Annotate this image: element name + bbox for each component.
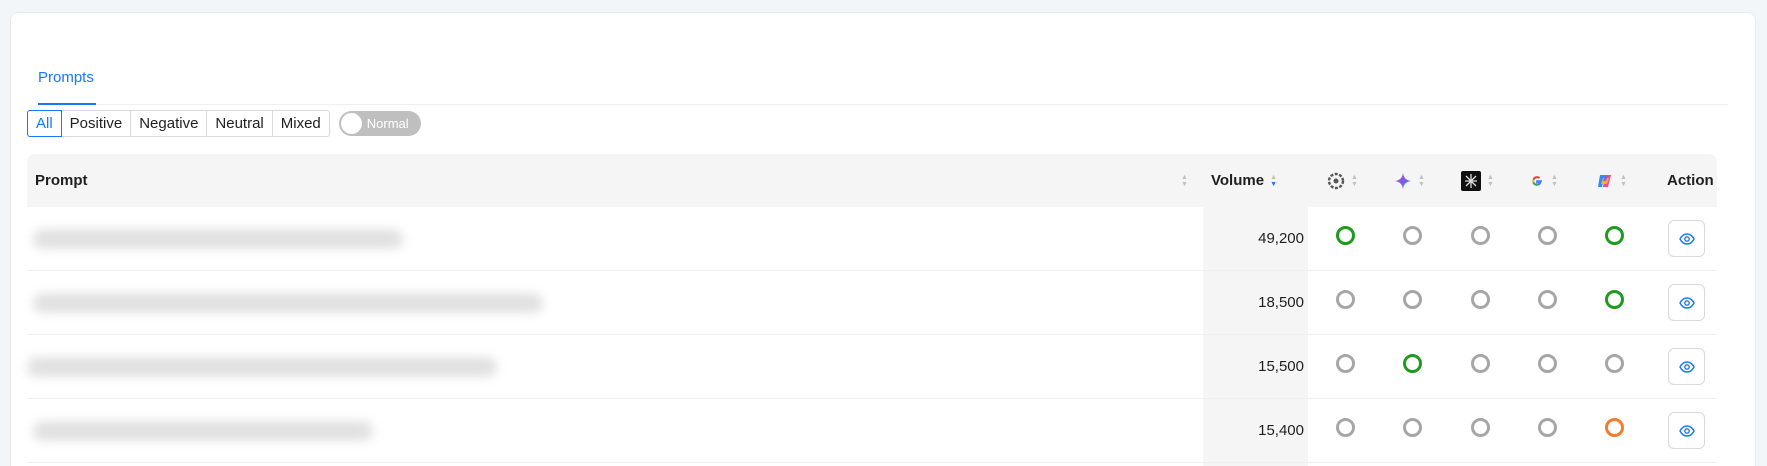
google-status-ring [1538,226,1557,245]
prompt-text-redacted [33,421,373,441]
tab-bar: Prompts [38,63,1728,105]
filter-positive[interactable]: Positive [60,110,132,137]
gemini-column-header[interactable]: ▲ ▼ [1394,154,1425,207]
action-column-label: Action [1667,172,1714,189]
eye-icon [1678,296,1695,309]
prompt-text-redacted [27,357,497,377]
prompt-sort-control[interactable]: ▲ ▼ [1175,154,1188,207]
view-button[interactable] [1668,412,1705,449]
prompt-column-header[interactable]: Prompt [35,154,88,207]
perplexity-status-ring [1471,226,1490,245]
chatgpt-icon [1327,172,1345,190]
table-row[interactable]: 18,500 [27,271,1717,335]
sort-icon: ▲ ▼ [1487,173,1494,188]
sort-icon: ▲ ▼ [1418,173,1425,188]
tab-prompts[interactable]: Prompts [38,69,94,86]
table-header: Prompt ▲ ▼ Volume ▲ ▼ ▲ ▼ ▲ ▼ ▲ ▼ ▲ ▼ ▲ … [27,154,1717,207]
gemini-status-ring [1403,290,1422,309]
normal-toggle[interactable]: Normal [338,111,421,136]
gemini-status-ring [1403,226,1422,245]
gemini-status-ring [1403,354,1422,373]
google-status-ring [1538,354,1557,373]
prompt-text-redacted [33,293,543,313]
table-row[interactable]: 15,400 [27,399,1717,463]
chatgpt-column-header[interactable]: ▲ ▼ [1327,154,1358,207]
table-row[interactable]: 15,500 [27,335,1717,399]
volume-value: 49,200 [1258,230,1304,247]
google-column-header[interactable]: ▲ ▼ [1529,154,1558,207]
sort-icon: ▲ ▼ [1551,173,1558,188]
filter-mixed[interactable]: Mixed [271,110,330,137]
eye-icon [1678,232,1695,245]
chatgpt-status-ring [1336,226,1355,245]
copilot-status-ring [1605,418,1624,437]
view-button[interactable] [1668,348,1705,385]
volume-column-header[interactable]: Volume ▲ ▼ [1211,154,1278,207]
copilot-status-ring [1605,226,1624,245]
prompt-text-redacted [33,229,403,249]
active-tab-indicator [38,103,96,105]
perplexity-status-ring [1471,418,1490,437]
gemini-icon [1394,172,1412,190]
sort-icon: ▲ ▼ [1181,173,1188,188]
chatgpt-status-ring [1336,418,1355,437]
view-button[interactable] [1668,284,1705,321]
copilot-icon [1596,172,1614,190]
eye-icon [1678,424,1695,437]
action-column-header: Action [1667,154,1714,207]
perplexity-icon [1461,170,1481,191]
toggle-knob [340,113,362,134]
filter-negative[interactable]: Negative [130,110,208,137]
copilot-column-header[interactable]: ▲ ▼ [1596,154,1627,207]
google-status-ring [1538,290,1557,309]
perplexity-status-ring [1471,290,1490,309]
prompt-column-label: Prompt [35,172,88,189]
table-row[interactable]: 49,200 [27,207,1717,271]
gemini-status-ring [1403,418,1422,437]
sort-descending-icon: ▲ ▼ [1270,173,1278,188]
chatgpt-status-ring [1336,354,1355,373]
eye-icon [1678,360,1695,373]
filter-all[interactable]: All [27,110,62,137]
copilot-status-ring [1605,290,1624,309]
filter-neutral[interactable]: Neutral [206,110,273,137]
google-icon [1529,173,1545,189]
perplexity-status-ring [1471,354,1490,373]
volume-value: 18,500 [1258,294,1304,311]
view-button[interactable] [1668,220,1705,257]
google-status-ring [1538,418,1557,437]
prompts-table: Prompt ▲ ▼ Volume ▲ ▼ ▲ ▼ ▲ ▼ ▲ ▼ ▲ ▼ ▲ … [27,154,1717,466]
sort-icon: ▲ ▼ [1351,173,1358,188]
chatgpt-status-ring [1336,290,1355,309]
sentiment-filter: All Positive Negative Neutral Mixed Norm… [27,110,421,137]
perplexity-column-header[interactable]: ▲ ▼ [1461,154,1494,207]
volume-value: 15,400 [1258,422,1304,439]
volume-column-label: Volume [1211,172,1265,189]
copilot-status-ring [1605,354,1624,373]
toggle-label: Normal [366,116,409,131]
volume-value: 15,500 [1258,358,1304,375]
sort-icon: ▲ ▼ [1620,173,1627,188]
